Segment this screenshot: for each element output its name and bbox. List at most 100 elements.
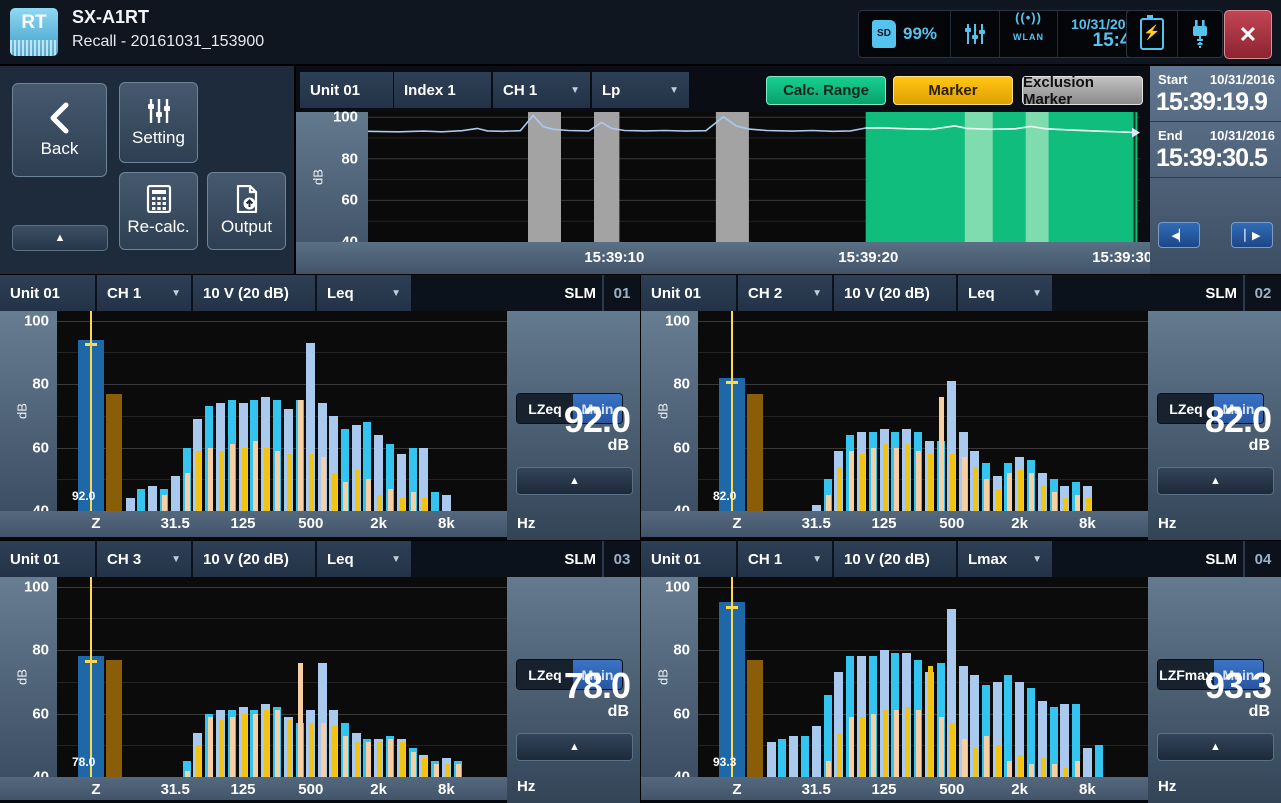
slm-panel-01: Unit 01 CH 1▼ 10 V (20 dB) Leq▼ SLM 01 d…	[0, 275, 640, 540]
unit-selector[interactable]: Unit 01	[641, 541, 736, 577]
output-button[interactable]: Output	[207, 172, 286, 250]
band-cursor-line[interactable]	[90, 311, 92, 511]
chevron-down-icon: ▼	[804, 554, 822, 565]
time-selector-index-1[interactable]: Index 1	[394, 72, 491, 108]
band-front-bar	[849, 717, 854, 777]
spectrum-y-axis: dB 100806040	[641, 311, 698, 511]
chevron-down-icon: ▼	[1024, 554, 1042, 565]
chevron-down-icon: ▼	[383, 288, 401, 299]
band-front-bar	[1007, 761, 1012, 777]
band-front-bar	[219, 720, 224, 777]
marker-button[interactable]: Marker	[893, 76, 1013, 105]
band-front-bar	[894, 710, 899, 777]
spectrum-y-tick: 60	[673, 439, 690, 456]
spectrum-plot[interactable]: 78.0	[57, 577, 507, 777]
close-icon: ✕	[1239, 22, 1257, 48]
panel-collapse-button[interactable]: ▲	[12, 225, 108, 251]
value-panel: LZeq Main 92.0 dB ▲ Hz	[507, 311, 640, 540]
channel-selector[interactable]: CH 1▼	[738, 541, 832, 577]
time-history-plot[interactable]	[368, 112, 1140, 242]
band-front-bar	[849, 451, 854, 511]
spectrum-x-tick: 125	[230, 781, 255, 798]
back-chevron-icon	[43, 101, 77, 135]
close-button[interactable]: ✕	[1224, 10, 1272, 59]
channel-selector[interactable]: CH 1▼	[97, 275, 191, 311]
z-band-sub-bar	[747, 394, 763, 512]
expand-button[interactable]: ▲	[516, 733, 633, 761]
battery-status: ⚡	[1127, 11, 1178, 57]
band-front-bar	[871, 448, 876, 512]
chevron-down-icon: ▼	[1024, 288, 1042, 299]
step-forward-button[interactable]: ▏▶	[1231, 222, 1273, 248]
time-y-tick: 60	[341, 192, 358, 209]
band-front-bar	[343, 482, 348, 511]
band-front-bar	[456, 764, 461, 777]
spectrum-x-tick: Z	[732, 515, 741, 532]
mode-selector[interactable]: Leq▼	[317, 275, 411, 311]
spectrum-x-tick: 125	[871, 515, 896, 532]
level-value: 92.0	[510, 399, 630, 441]
mode-selector[interactable]: Leq▼	[317, 541, 411, 577]
band-cursor-line[interactable]	[731, 311, 733, 511]
time-selector-unit-01[interactable]: Unit 01	[300, 72, 393, 108]
band-front-bar	[422, 498, 427, 511]
channel-selector[interactable]: CH 3▼	[97, 541, 191, 577]
spectrum-x-tick: 8k	[438, 781, 455, 798]
exclusion-marker-button[interactable]: Exclusion Marker	[1022, 76, 1143, 105]
end-date: 10/31/2016	[1210, 128, 1275, 143]
band-front-bar	[253, 714, 258, 778]
recalc-calculator-icon	[146, 185, 172, 213]
time-selector-lp[interactable]: Lp▼	[592, 72, 689, 108]
spectrum-plot[interactable]: 92.0	[57, 311, 507, 511]
band-cursor-tick	[726, 606, 738, 609]
mode-selector[interactable]: Lmax▼	[958, 541, 1052, 577]
expand-button[interactable]: ▲	[516, 467, 633, 495]
chevron-down-icon: ▼	[661, 85, 679, 96]
expand-button[interactable]: ▲	[1157, 467, 1274, 495]
band-front-bar	[230, 717, 235, 777]
spectrum-y-label: dB	[14, 669, 29, 685]
band-cursor-tick	[85, 660, 97, 663]
band-front-bar	[1052, 492, 1057, 511]
level-value: 78.0	[510, 665, 630, 707]
channel-selector[interactable]: CH 2▼	[738, 275, 832, 311]
mode-selector[interactable]: Leq▼	[958, 275, 1052, 311]
z-band-sub-bar	[106, 660, 122, 778]
time-y-tick: 80	[341, 150, 358, 167]
range-selector[interactable]: 10 V (20 dB)	[834, 541, 956, 577]
start-label: Start	[1158, 72, 1188, 87]
start-date: 10/31/2016	[1210, 72, 1275, 87]
time-y-tick: 100	[333, 109, 358, 126]
spectrum-y-label: dB	[655, 669, 670, 685]
range-selector[interactable]: 10 V (20 dB)	[193, 541, 315, 577]
time-x-tick: 15:39:10	[584, 249, 644, 266]
band-front-bar	[883, 710, 888, 777]
back-button[interactable]: Back	[12, 83, 107, 177]
band-cursor-line[interactable]	[90, 577, 92, 777]
spectrum-plot[interactable]: 93.3	[698, 577, 1148, 777]
band-front-bar	[264, 448, 269, 512]
band-front-bar	[928, 454, 933, 511]
spectrum-plot[interactable]: 82.0	[698, 311, 1148, 511]
time-selector-ch-1[interactable]: CH 1▼	[493, 72, 590, 108]
range-selector[interactable]: 10 V (20 dB)	[834, 275, 956, 311]
spectrum-x-tick: 31.5	[802, 515, 831, 532]
setting-button[interactable]: Setting	[119, 82, 198, 163]
recalc-button[interactable]: Re-calc.	[119, 172, 198, 250]
spectrum-x-tick: Z	[732, 781, 741, 798]
calc-range-button[interactable]: Calc. Range	[766, 76, 886, 105]
unit-selector[interactable]: Unit 01	[0, 275, 95, 311]
unit-selector[interactable]: Unit 01	[0, 541, 95, 577]
expand-button[interactable]: ▲	[1157, 733, 1274, 761]
spectrum-x-tick: 500	[939, 515, 964, 532]
spectrum-x-tick: 500	[298, 781, 323, 798]
band-bar	[126, 498, 135, 511]
unit-selector[interactable]: Unit 01	[641, 275, 736, 311]
step-backward-button[interactable]: ◀▏	[1158, 222, 1200, 248]
band-front-bar	[332, 473, 337, 511]
spectrum-x-tick: 8k	[1079, 515, 1096, 532]
band-front-bar	[1041, 486, 1046, 511]
slm-header: Unit 01 CH 1▼ 10 V (20 dB) Lmax▼ SLM 04	[641, 541, 1281, 577]
range-selector[interactable]: 10 V (20 dB)	[193, 275, 315, 311]
slm-panel-04: Unit 01 CH 1▼ 10 V (20 dB) Lmax▼ SLM 04 …	[641, 541, 1281, 803]
